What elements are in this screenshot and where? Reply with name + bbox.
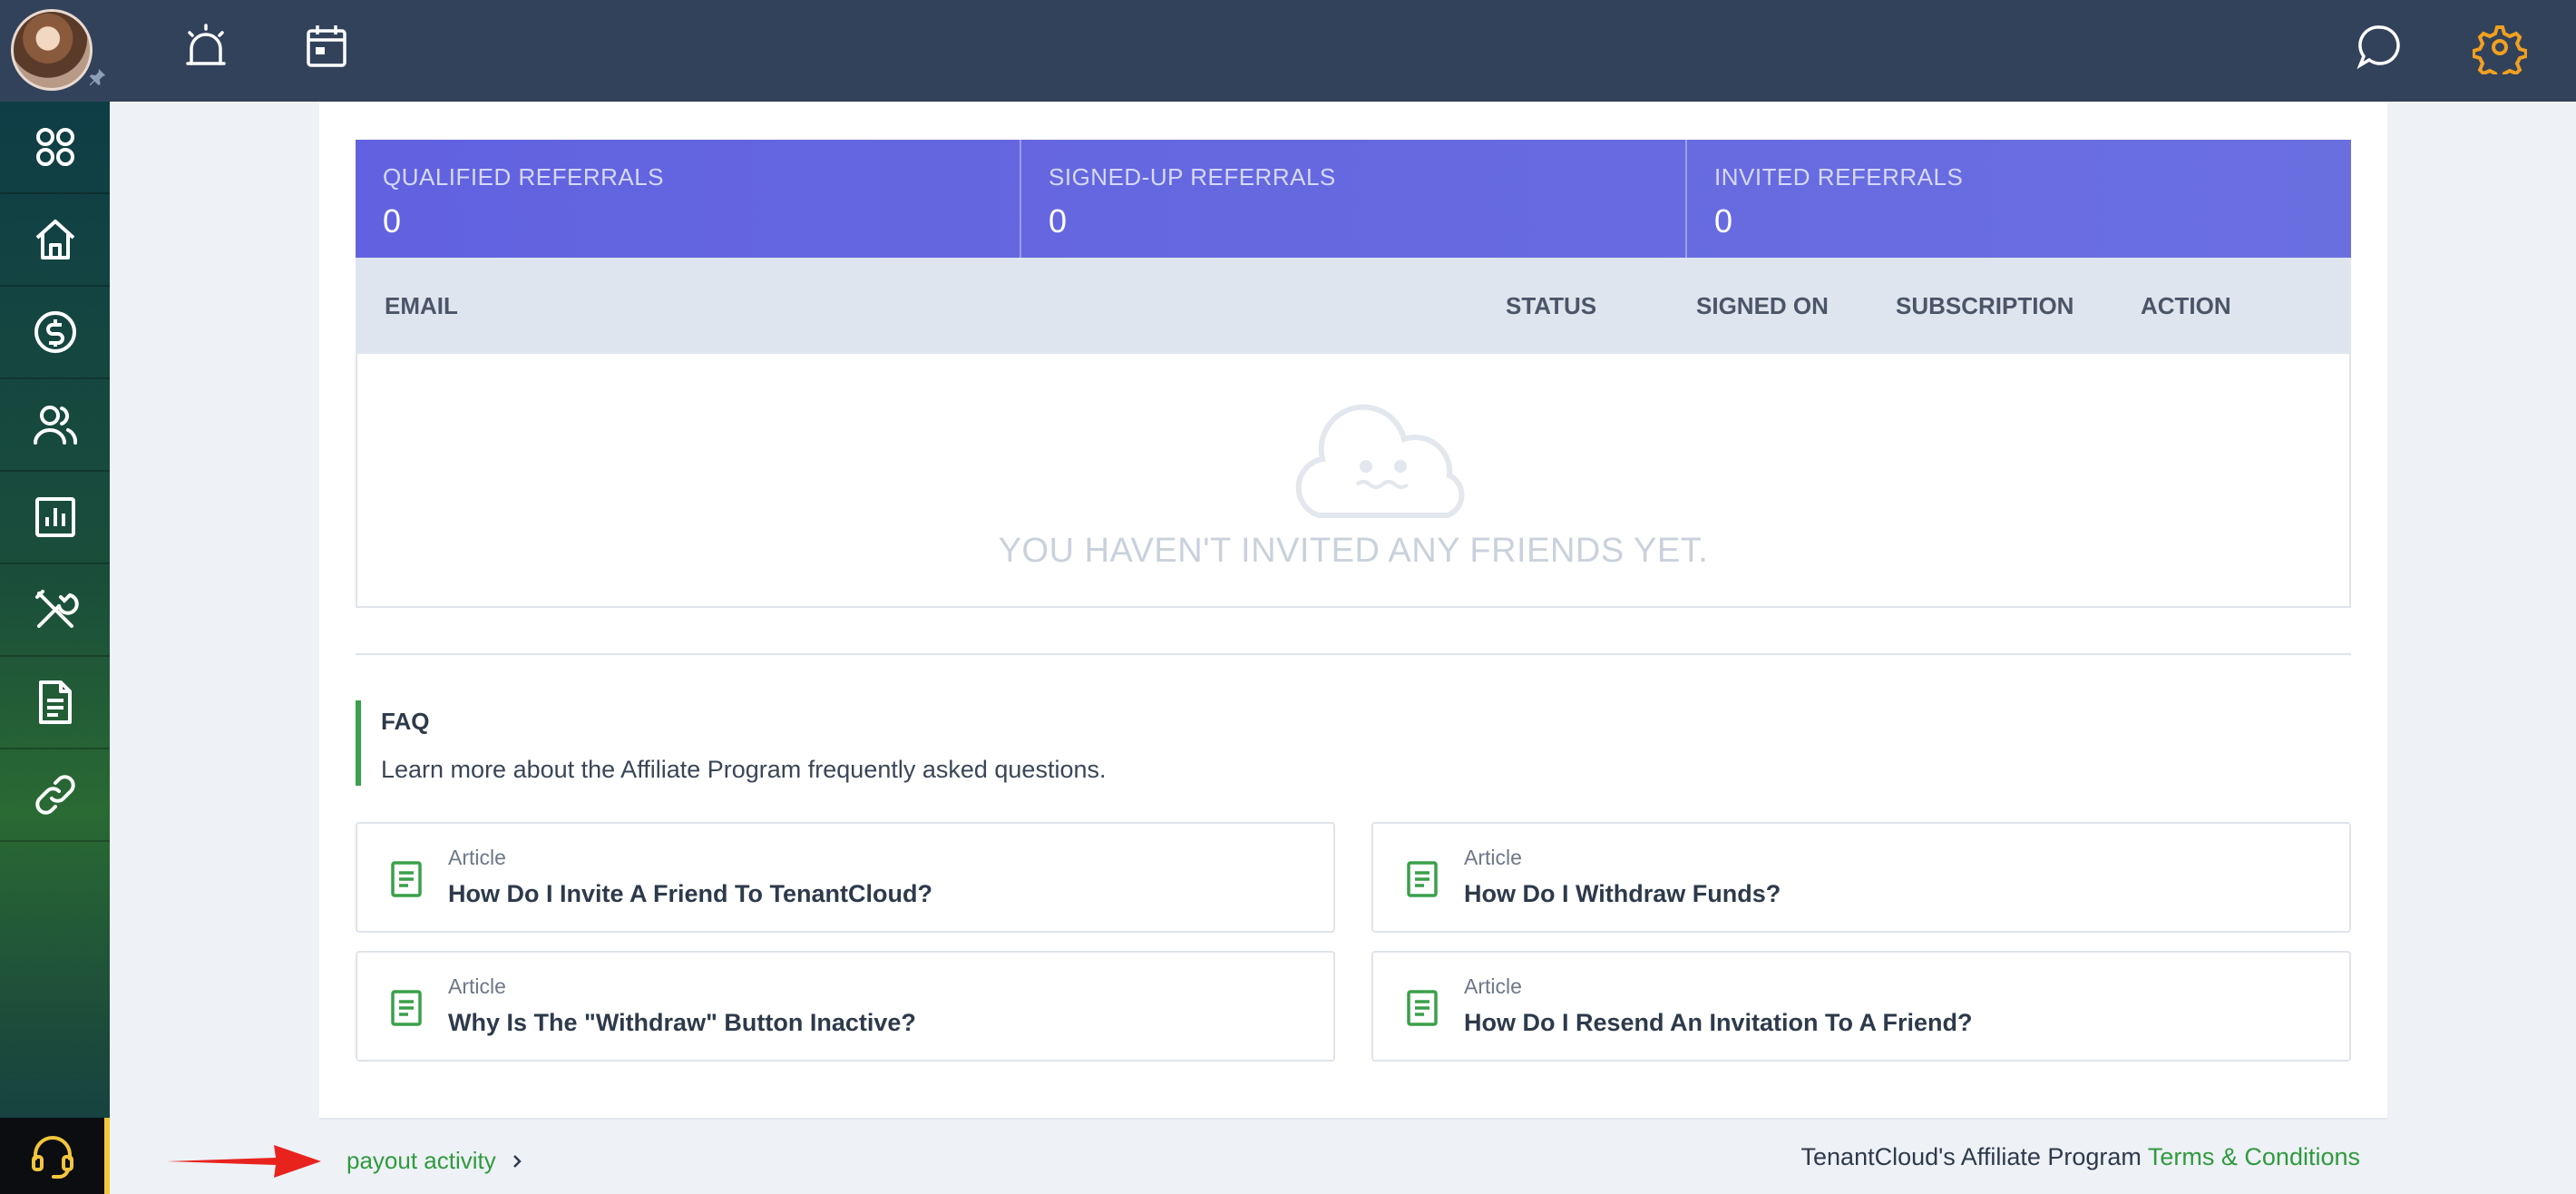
column-action: ACTION [2141, 292, 2231, 319]
article-icon [1407, 861, 1438, 897]
home-icon [35, 220, 74, 259]
tools-icon [34, 590, 79, 628]
stat-qualified: QUALIFIED REFERRALS 0 [356, 140, 1021, 258]
top-bar [0, 0, 2576, 102]
article-kicker: Article [448, 846, 506, 869]
terms-prefix: TenantCloud's Affiliate Program [1800, 1143, 2148, 1170]
faq-title: FAQ [381, 708, 430, 735]
sidebar [0, 102, 110, 1194]
faq-section: FAQ Learn more about the Affiliate Progr… [356, 700, 1444, 786]
faq-article[interactable]: Article How Do I Resend An Invitation To… [1371, 951, 2351, 1062]
article-icon [391, 990, 422, 1026]
column-email[interactable]: EMAIL [385, 292, 458, 320]
sidebar-item-affiliate[interactable] [0, 749, 110, 842]
article-title: How Do I Withdraw Funds? [1464, 880, 1781, 907]
headset-icon [31, 1136, 73, 1179]
column-subscription[interactable]: SUBSCRIPTION [1896, 292, 2073, 320]
stat-label: INVITED REFERRALS [1714, 163, 1964, 191]
terms-link[interactable]: Terms & Conditions [2148, 1143, 2360, 1170]
report-icon [34, 497, 75, 537]
link-icon [34, 775, 75, 815]
column-status[interactable]: STATUS [1506, 292, 1596, 320]
faq-article[interactable]: Article Why Is The "Withdraw" Button Ina… [356, 951, 1335, 1062]
payout-activity-label: payout activity [346, 1147, 496, 1174]
support-button[interactable] [0, 1118, 110, 1194]
sidebar-item-apps[interactable] [0, 102, 110, 194]
terms-footer: TenantCloud's Affiliate Program Terms & … [1801, 1143, 2360, 1171]
sidebar-item-reports[interactable] [0, 472, 110, 564]
article-title: How Do I Resend An Invitation To A Frien… [1464, 1009, 1973, 1036]
stat-label: SIGNED-UP REFERRALS [1049, 163, 1336, 191]
gear-icon[interactable] [2473, 20, 2527, 74]
stat-label: QUALIFIED REFERRALS [383, 163, 665, 191]
sad-cloud-icon [1295, 404, 1465, 518]
footer-divider [319, 1118, 2387, 1120]
stat-value: 0 [1714, 202, 1733, 240]
dollar-icon [34, 311, 76, 353]
payout-activity-link[interactable]: payout activity [346, 1147, 525, 1175]
sidebar-item-people[interactable] [0, 379, 110, 472]
apps-icon [35, 128, 74, 166]
referral-stats: QUALIFIED REFERRALS 0 SIGNED-UP REFERRAL… [356, 140, 2351, 258]
sidebar-item-maintenance[interactable] [0, 564, 110, 657]
referrals-table-body: YOU HAVEN'T INVITED ANY FRIENDS YET. [356, 354, 2351, 608]
sidebar-item-payments[interactable] [0, 287, 110, 379]
article-icon [391, 861, 422, 897]
stat-invited: INVITED REFERRALS 0 [1687, 140, 2351, 258]
article-kicker: Article [448, 974, 506, 998]
sidebar-item-home[interactable] [0, 194, 110, 287]
referrals-table-header: EMAIL STATUS SIGNED ON SUBSCRIPTION ACTI… [356, 258, 2351, 354]
stat-signed-up: SIGNED-UP REFERRALS 0 [1021, 140, 1687, 258]
stat-value: 0 [383, 202, 402, 240]
faq-article[interactable]: Article How Do I Withdraw Funds? [1371, 822, 2351, 933]
red-arrow-icon [167, 1145, 321, 1178]
section-divider [356, 653, 2351, 655]
people-icon [33, 406, 77, 445]
article-kicker: Article [1464, 974, 1522, 998]
faq-article[interactable]: Article How Do I Invite A Friend To Tena… [356, 822, 1335, 933]
chat-icon[interactable] [2353, 20, 2407, 74]
chevron-right-icon [512, 1154, 522, 1168]
article-icon [1407, 990, 1438, 1026]
empty-state-message: YOU HAVEN'T INVITED ANY FRIENDS YET. [998, 532, 1709, 570]
document-icon [38, 680, 72, 724]
faq-subtitle: Learn more about the Affiliate Program f… [381, 756, 1107, 783]
pin-icon [89, 68, 106, 86]
sidebar-item-documents[interactable] [0, 657, 110, 749]
stat-value: 0 [1049, 202, 1068, 240]
article-title: How Do I Invite A Friend To TenantCloud? [448, 880, 932, 907]
calendar-icon[interactable] [299, 20, 354, 74]
column-signed-on[interactable]: SIGNED ON [1696, 292, 1829, 320]
avatar[interactable] [11, 9, 93, 91]
alarm-icon[interactable] [179, 20, 233, 74]
article-kicker: Article [1464, 846, 1522, 869]
article-title: Why Is The "Withdraw" Button Inactive? [448, 1009, 916, 1036]
